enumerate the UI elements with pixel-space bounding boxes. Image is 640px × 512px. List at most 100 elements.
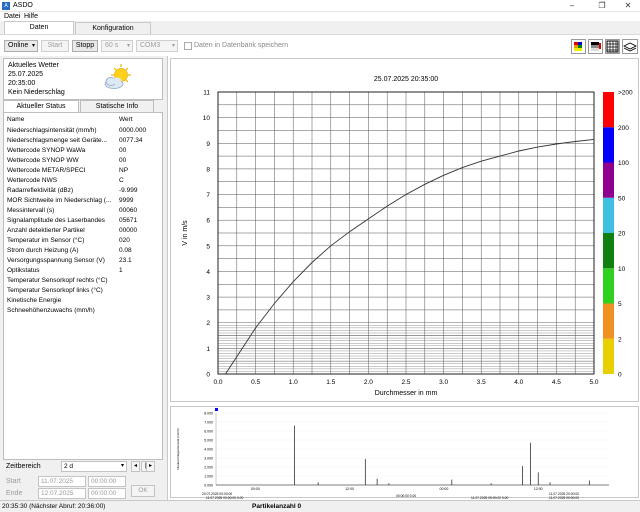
x-tick-label: 1.0 (289, 379, 298, 386)
y-tick-label: 7 (206, 192, 210, 199)
title-bar: A ASDO – ❐ ✕ (0, 0, 640, 12)
history-y-tick: 5.000 (204, 439, 213, 443)
history-time-tick: 00:00 (440, 487, 449, 491)
legend-label: 0 (618, 372, 622, 379)
velocity-chart: 25.07.2025 20:35:00 0.0 0.5 1.0 1.5 2.0 2.5 3.0… (182, 76, 633, 397)
row-value: NP (119, 167, 129, 174)
table-row[interactable]: Radarreflektivität (dBz) -9.999 (4, 186, 162, 196)
time-range-panel: Zeitbereich 2 d ▾ ◂ | ▸ Start 11.07.2025… (0, 460, 167, 500)
chevron-down-icon: ▾ (31, 43, 35, 49)
ok-button[interactable]: OK (131, 485, 155, 497)
legend-label: 5 (618, 301, 622, 308)
row-name: Niederschlagsmenge seit Geräte... (7, 137, 108, 144)
table-row[interactable]: MOR Sichtweite im Niederschlag (... 9999 (4, 196, 162, 206)
table-row[interactable]: Signalamplitude des Laserbandes 05671 (4, 216, 162, 226)
start-button[interactable]: Start (41, 40, 69, 52)
history-mid-label: 00:00:00 0.00 (396, 494, 416, 498)
row-name: Radarreflektivität (dBz) (7, 187, 74, 194)
layers-icon[interactable] (622, 39, 638, 54)
y-tick-label: 6 (206, 218, 210, 225)
y-tick-label: 3 (206, 295, 210, 302)
toolbar: Online ▾ Start Stopp 60 s ▾ COM3 ▾ Daten… (0, 34, 640, 56)
history-y-tick: 2.000 (204, 466, 213, 470)
table-row[interactable]: Anzahl detektierter Partikel 00000 (4, 226, 162, 236)
y-tick-label: 2 (206, 320, 210, 327)
tab-aktueller-status[interactable]: Aktueller Status (3, 100, 79, 112)
history-chart: Niederschlagsintensität (mm/h) 8.000 7.000… (176, 408, 609, 500)
prev-range-icon[interactable]: ◂ (131, 461, 140, 472)
tab-konfiguration[interactable]: Konfiguration (75, 22, 151, 34)
table-row[interactable]: Optikstatus 1 (4, 266, 162, 276)
save-to-db-label: Daten in Datenbank speichern (194, 42, 289, 49)
table-row[interactable]: Wettercode NWS C (4, 176, 162, 186)
left-panel: Aktuelles Wetter 25.07.2025 20:35:00 Kei… (0, 56, 167, 500)
time-range-select[interactable]: 2 d ▾ (61, 461, 127, 472)
close-icon[interactable]: ✕ (618, 1, 638, 11)
row-name: Wettercode METAR/SPECI (7, 167, 86, 174)
next-range-icon[interactable]: ▸ (146, 461, 155, 472)
end-time-field[interactable]: 00:00:00 (88, 488, 126, 499)
table-row[interactable]: Wettercode SYNOP WaWa 00 (4, 146, 162, 156)
app-icon: A (2, 2, 10, 10)
history-end-right2: 11.07.2025 00:00:00 (549, 496, 579, 499)
port-select[interactable]: COM3 ▾ (136, 40, 178, 52)
table-row[interactable]: Versorgungsspannung Sensor (V) 23.1 (4, 256, 162, 266)
table-row[interactable]: Temperatur Sensorkopf links (°C) (4, 286, 162, 296)
end-date-field[interactable]: 12.07.2025 (38, 488, 86, 499)
grid-icon[interactable] (605, 39, 620, 54)
history-y-tick: 3.000 (204, 457, 213, 461)
y-tick-label: 11 (203, 90, 210, 97)
restore-icon[interactable]: ❐ (592, 1, 612, 11)
grayscale-icon[interactable] (588, 39, 603, 54)
x-tick-label: 3.5 (477, 379, 486, 386)
x-tick-label: 0.5 (251, 379, 260, 386)
tab-daten[interactable]: Daten (4, 21, 74, 34)
history-y-tick: 0.000 (204, 484, 213, 488)
table-row[interactable]: Temperatur Sensorkopf rechts (°C) (4, 276, 162, 286)
y-axis-label: V in m/s (182, 220, 189, 246)
menu-hilfe[interactable]: Hilfe (24, 13, 38, 20)
table-row[interactable]: Messintervall (s) 00060 (4, 206, 162, 216)
end-label: Ende (6, 490, 23, 497)
row-name: Temperatur Sensorkopf links (°C) (7, 287, 103, 294)
table-row[interactable]: Strom durch Heizung (A) 0.08 (4, 246, 162, 256)
tab-statische-info[interactable]: Statische Info (80, 100, 154, 112)
row-name: Versorgungsspannung Sensor (V) (7, 257, 105, 264)
y-tick-label: 5 (206, 243, 210, 250)
minimize-icon[interactable]: – (562, 1, 582, 11)
sun-cloud-icon (102, 63, 134, 91)
color-scheme-icon[interactable] (571, 39, 586, 54)
row-name: Strom durch Heizung (A) (7, 247, 79, 254)
history-time-tick: 00:00 (251, 487, 260, 491)
stop-button[interactable]: Stopp (72, 40, 98, 52)
row-value: -9.999 (119, 187, 138, 194)
chevron-down-icon: ▾ (120, 463, 124, 469)
table-row[interactable]: Schneehöhenzuwachs (mm/h) (4, 306, 162, 316)
start-date-field[interactable]: 11.07.2025 (38, 476, 86, 487)
status-time: 20:35:30 (Nächster Abruf: 20:36:00) (2, 503, 106, 510)
history-y-tick: 6.000 (204, 430, 213, 434)
x-tick-label: 4.5 (552, 379, 561, 386)
status-bar: 20:35:30 (Nächster Abruf: 20:36:00) Part… (0, 500, 640, 512)
menu-datei[interactable]: Datei (4, 13, 20, 20)
legend-swatch (603, 338, 614, 374)
table-row[interactable]: Kinetische Energie (4, 296, 162, 306)
start-time-field[interactable]: 00:00:00 (88, 476, 126, 487)
row-value: 00 (119, 157, 127, 164)
table-row[interactable]: Temperatur im Sensor (°C) 020 (4, 236, 162, 246)
table-row[interactable]: Wettercode SYNOP WW 00 (4, 156, 162, 166)
table-row[interactable]: Niederschlagsmenge seit Geräte... 0077.34 (4, 136, 162, 146)
save-to-db-checkbox[interactable] (184, 42, 192, 50)
y-tick-label: 10 (203, 115, 211, 122)
interval-select[interactable]: 60 s ▾ (101, 40, 133, 52)
legend-swatch (603, 233, 614, 269)
x-tick-label: 1.5 (326, 379, 335, 386)
weather-date: 25.07.2025 (8, 71, 44, 78)
x-tick-label: 4.0 (514, 379, 523, 386)
history-chart-panel: Niederschlagsintensität (mm/h) 8.000 7.000… (170, 406, 639, 500)
table-row[interactable]: Niederschlagsintensität (mm/h) 0000.000 (4, 126, 162, 136)
mode-select[interactable]: Online ▾ (4, 40, 38, 52)
row-name: Kinetische Energie (7, 297, 62, 304)
table-row[interactable]: Wettercode METAR/SPECI NP (4, 166, 162, 176)
row-name: MOR Sichtweite im Niederschlag (... (7, 197, 112, 204)
